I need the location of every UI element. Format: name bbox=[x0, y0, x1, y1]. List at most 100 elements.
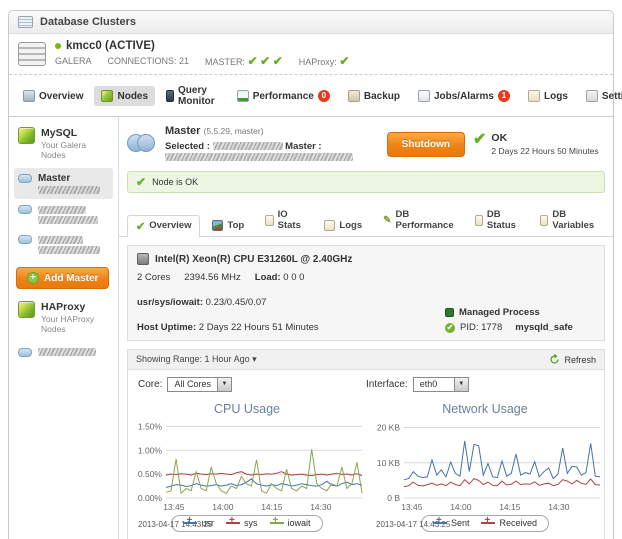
add-master-button[interactable]: + Add Master bbox=[16, 267, 110, 289]
redacted-hostname bbox=[38, 246, 100, 254]
tab-settings[interactable]: Settings bbox=[579, 86, 622, 106]
query-monitor-icon bbox=[166, 90, 174, 102]
chart-timestamp: 2013-04-17 14:43:25 bbox=[138, 520, 213, 529]
main-area: MySQL Your Galera Nodes Master + Add Mas… bbox=[9, 116, 613, 539]
legend-label: iowait bbox=[287, 518, 311, 528]
cluster-master-status: MASTER: ✔ ✔ ✔ bbox=[205, 54, 283, 68]
tab-nodes[interactable]: Nodes bbox=[94, 86, 156, 106]
legend-item[interactable]: iowait bbox=[269, 515, 311, 528]
subtab-label: Overview bbox=[149, 220, 192, 231]
subtab-overview[interactable]: ✔ Overview bbox=[127, 215, 201, 237]
tab-logs[interactable]: Logs bbox=[521, 86, 575, 106]
sidebar-item-node3[interactable] bbox=[14, 229, 113, 259]
legend-item[interactable]: sys bbox=[226, 515, 258, 528]
cluster-haproxy-status: HAProxy: ✔ bbox=[298, 54, 350, 68]
db-node-icon bbox=[18, 235, 32, 244]
app-frame: Database Clusters kmcc0 (ACTIVE) GALERA … bbox=[8, 10, 622, 539]
shutdown-button[interactable]: Shutdown bbox=[386, 131, 465, 157]
jobs-alarms-badge: 1 bbox=[498, 90, 510, 102]
network-legend[interactable]: Sent Received bbox=[420, 515, 550, 532]
main-tabbar: Overview Nodes Query Monitor Performance… bbox=[9, 75, 622, 116]
logs-note-icon bbox=[324, 220, 336, 231]
cluster-info: kmcc0 (ACTIVE) GALERA CONNECTIONS: 21 MA… bbox=[55, 40, 349, 67]
interface-select[interactable]: eth0 ▼ bbox=[412, 377, 469, 392]
svg-text:1.00%: 1.00% bbox=[138, 445, 163, 455]
chart-controls: Core: All Cores ▼ Interface: eth0 ▼ bbox=[128, 370, 604, 394]
tab-label: Logs bbox=[544, 90, 568, 102]
cluster-summary-row[interactable]: kmcc0 (ACTIVE) GALERA CONNECTIONS: 21 MA… bbox=[9, 34, 613, 75]
charts-row-1: CPU Usage 0.00% 0.50% 1.00% 1.50% 13:45 14:00… bbox=[128, 394, 604, 537]
db-node-icon bbox=[18, 348, 32, 357]
subtab-top[interactable]: Top bbox=[203, 215, 253, 236]
chart-title: Network Usage bbox=[442, 402, 528, 416]
cluster-engine: GALERA bbox=[55, 56, 92, 66]
svg-text:20 KB: 20 KB bbox=[377, 423, 400, 433]
subtab-label: Top bbox=[227, 220, 245, 231]
page-header: Database Clusters bbox=[9, 11, 613, 34]
legend-marker bbox=[269, 515, 284, 526]
graph-panel: Showing Range: 1 Hour Ago ▾ Refresh Core… bbox=[127, 349, 605, 539]
overview-check-icon: ✔ bbox=[136, 221, 146, 233]
check-icon: ✔ bbox=[247, 54, 258, 68]
db-status-icon bbox=[474, 214, 483, 226]
subtab-io-stats[interactable]: IO Stats bbox=[256, 204, 312, 236]
redacted-master-hosts bbox=[165, 153, 353, 162]
add-master-label: Add Master bbox=[44, 272, 99, 284]
cpu-usage-chart: CPU Usage 0.00% 0.50% 1.00% 1.50% 13:45 14:00… bbox=[128, 394, 366, 537]
db-variables-icon bbox=[539, 214, 549, 226]
subtab-label: DB Status bbox=[486, 209, 516, 231]
node-status-block: ✔ OK 2 Days 22 Hours 50 Minutes bbox=[473, 132, 605, 157]
tab-label: Overview bbox=[39, 90, 84, 102]
chart-title: CPU Usage bbox=[214, 402, 280, 416]
node-subtabs: ✔ Overview Top IO Stats Logs ✎ DB Perfor… bbox=[119, 199, 613, 237]
tab-backup[interactable]: Backup bbox=[341, 86, 407, 106]
redacted-hostname bbox=[38, 348, 96, 356]
sidebar: MySQL Your Galera Nodes Master + Add Mas… bbox=[9, 117, 119, 539]
svg-text:14:15: 14:15 bbox=[261, 502, 283, 512]
db-node-icon bbox=[18, 205, 32, 214]
cpu-legend[interactable]: usrsysiowait bbox=[171, 515, 323, 532]
tab-performance[interactable]: Performance 0 bbox=[230, 86, 337, 106]
subtab-db-performance[interactable]: ✎ DB Performance bbox=[374, 204, 462, 236]
subtab-db-variables[interactable]: DB Variables bbox=[531, 204, 606, 236]
tab-label: Query Monitor bbox=[178, 85, 215, 107]
refresh-button[interactable]: Refresh bbox=[549, 354, 596, 365]
performance-icon bbox=[236, 90, 249, 102]
host-info-panel: Intel(R) Xeon(R) CPU E31260L @ 2.40GHz 2… bbox=[127, 245, 605, 341]
svg-text:0.00%: 0.00% bbox=[138, 493, 163, 503]
check-icon: ✔ bbox=[339, 54, 350, 68]
nodes-icon bbox=[101, 90, 114, 102]
node-status-bar: ✔ Node is OK bbox=[127, 171, 605, 193]
db-node-icon bbox=[18, 174, 32, 183]
sidebar-haproxy-title: HAProxy bbox=[41, 301, 86, 313]
cpu-cores: 2 Cores bbox=[137, 272, 171, 283]
tab-jobs-alarms[interactable]: Jobs/Alarms 1 bbox=[411, 86, 517, 106]
legend-item[interactable]: Received bbox=[481, 515, 537, 528]
tab-label: Performance bbox=[252, 90, 314, 102]
host-stats: 2 Cores 2394.56 MHz Load: 0 0 0 usr/sys/… bbox=[137, 272, 445, 333]
core-select[interactable]: All Cores ▼ bbox=[167, 377, 232, 392]
sidebar-item-master[interactable]: Master bbox=[14, 168, 113, 199]
redacted-node-name bbox=[38, 236, 83, 244]
node-selected-line: Selected : Master : bbox=[165, 141, 379, 163]
page-title: Database Clusters bbox=[40, 16, 136, 28]
sidebar-haproxy-subtitle: Your HAProxy Nodes bbox=[41, 314, 95, 334]
status-uptime: 2 Days 22 Hours 50 Minutes bbox=[491, 146, 599, 156]
sidebar-item-node2[interactable] bbox=[14, 199, 113, 229]
managed-process: Managed Process bbox=[445, 307, 595, 318]
subtab-label: Logs bbox=[339, 220, 363, 231]
caret-down-icon: ▼ bbox=[216, 378, 231, 391]
cluster-meta: GALERA CONNECTIONS: 21 MASTER: ✔ ✔ ✔ HAP… bbox=[55, 55, 349, 67]
tab-query-monitor[interactable]: Query Monitor bbox=[159, 81, 226, 111]
node-label: Master bbox=[38, 173, 71, 184]
sidebar-haproxy-header: HAProxy Your HAProxy Nodes bbox=[14, 299, 113, 342]
sidebar-item-haproxy-node[interactable] bbox=[14, 342, 113, 362]
subtab-db-status[interactable]: DB Status bbox=[466, 204, 528, 236]
subtab-logs[interactable]: Logs bbox=[315, 215, 371, 236]
network-usage-plot: 0 B 10 KB 20 KB 13:45 14:00 14:15 14:30 bbox=[377, 423, 601, 512]
redacted-selected-host bbox=[212, 142, 283, 151]
master-node-icon bbox=[127, 134, 157, 154]
showing-range-dropdown[interactable]: Showing Range: 1 Hour Ago ▾ bbox=[136, 354, 257, 365]
tab-overview[interactable]: Overview bbox=[16, 86, 90, 106]
redacted-node-name bbox=[38, 206, 86, 214]
